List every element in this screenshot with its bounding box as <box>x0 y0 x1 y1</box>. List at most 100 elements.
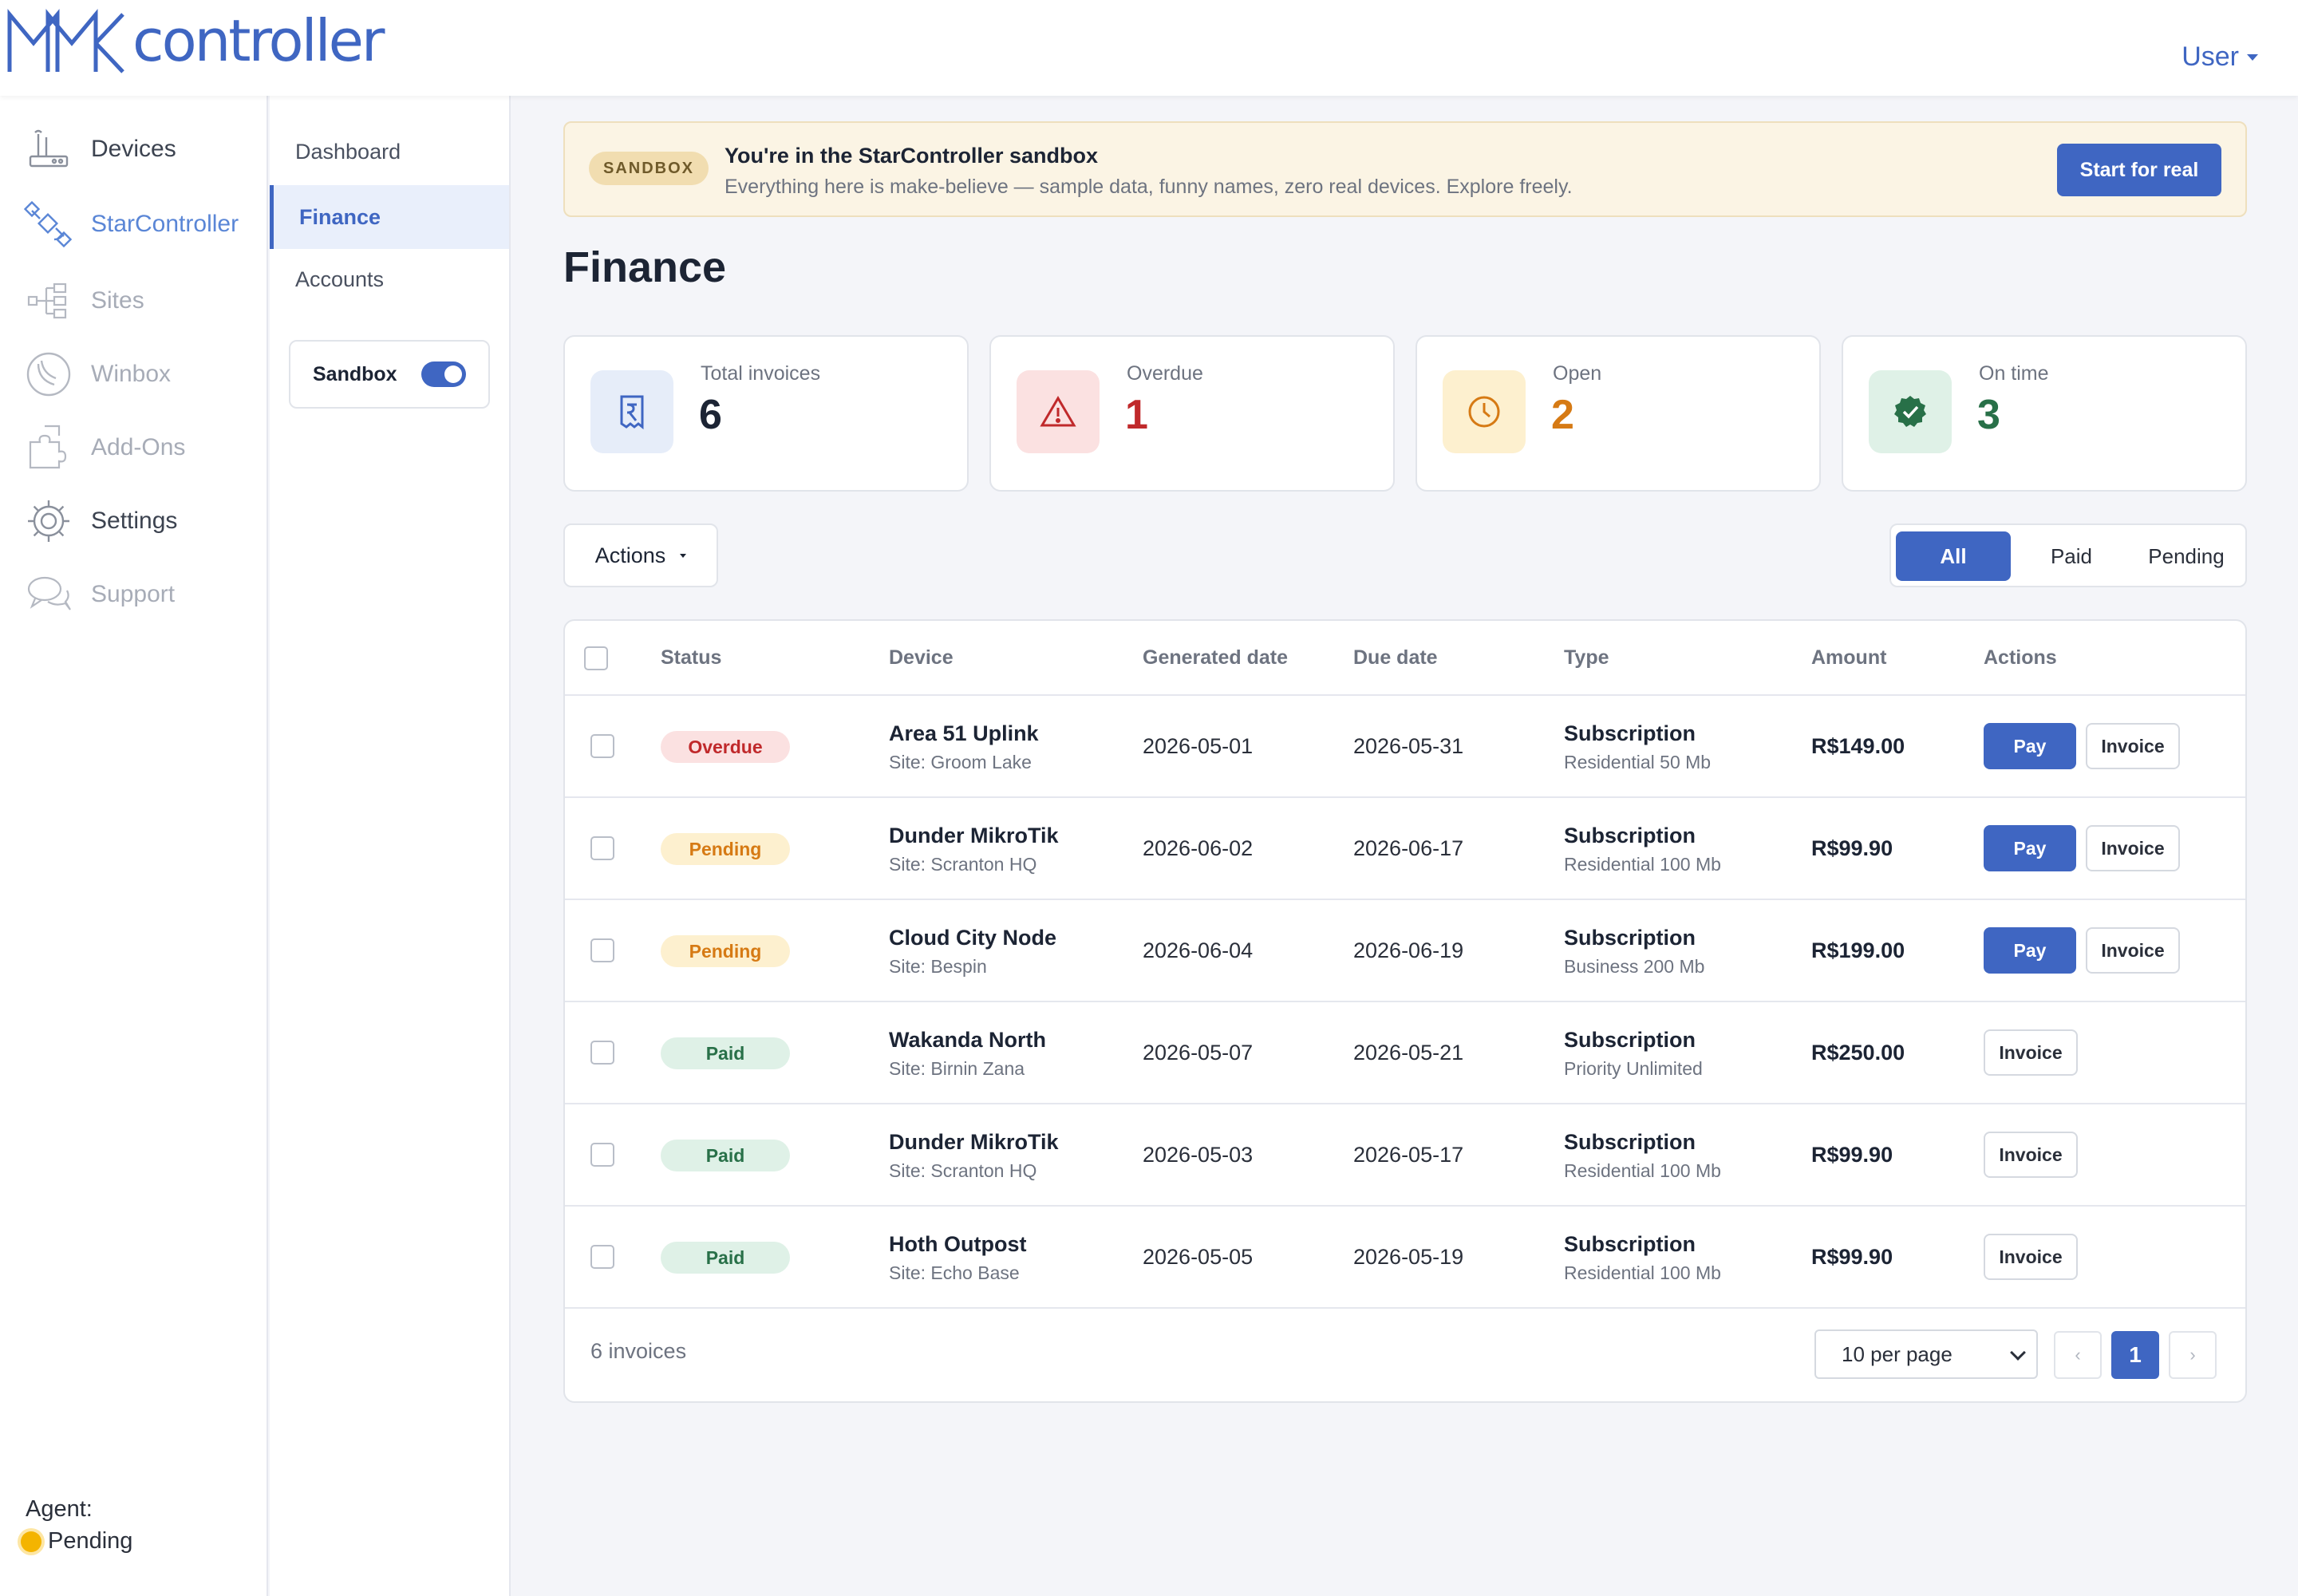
table-row: Paid Hoth Outpost Site: Echo Base 2026-05-0… <box>565 1207 2245 1309</box>
device-site: Site: Birnin Zana <box>889 1058 1025 1079</box>
actions-dropdown[interactable]: Actions <box>563 523 718 587</box>
row-checkbox[interactable] <box>590 836 614 860</box>
invoice-button[interactable]: Invoice <box>1984 1029 2078 1076</box>
pay-button[interactable]: Pay <box>1984 723 2076 769</box>
row-checkbox[interactable] <box>590 1041 614 1065</box>
page-title: Finance <box>563 243 727 291</box>
sandbox-toggle[interactable] <box>421 361 466 387</box>
start-for-real-button[interactable]: Start for real <box>2057 144 2221 196</box>
stat-icon-bg <box>1443 370 1526 453</box>
stat-value: 3 <box>1977 392 2000 438</box>
prev-page-button[interactable]: ‹ <box>2054 1331 2102 1379</box>
invoice-button[interactable]: Invoice <box>2086 825 2180 871</box>
filter-pending[interactable]: Pending <box>2127 531 2245 581</box>
device-site: Site: Bespin <box>889 956 987 977</box>
sidebar-item-label: Settings <box>91 508 178 534</box>
sidebar-item-settings[interactable]: Settings <box>24 493 263 549</box>
clock-icon <box>1468 396 1500 428</box>
row-checkbox[interactable] <box>590 1143 614 1167</box>
due-date: 2026-05-21 <box>1353 1041 1464 1065</box>
invoice-plan: Business 200 Mb <box>1564 956 1705 977</box>
invoice-amount: R$250.00 <box>1811 1041 1905 1065</box>
stat-value: 1 <box>1125 392 1148 438</box>
status-badge: Pending <box>661 833 790 865</box>
row-checkbox[interactable] <box>590 1245 614 1269</box>
column-header[interactable]: Type <box>1564 646 1609 670</box>
due-date: 2026-05-31 <box>1353 734 1464 758</box>
stat-value: 2 <box>1551 392 1574 438</box>
chat-icon <box>27 576 71 610</box>
invoice-amount: R$149.00 <box>1811 734 1905 758</box>
device-name[interactable]: Dunder MikroTik <box>889 824 1059 848</box>
user-menu[interactable]: User <box>2182 41 2258 73</box>
gear-icon <box>28 500 69 542</box>
logo[interactable]: controller <box>6 5 385 77</box>
sidebar-item-winbox[interactable]: Winbox <box>24 346 263 402</box>
column-header[interactable]: Generated date <box>1143 646 1288 670</box>
user-menu-label: User <box>2182 41 2239 72</box>
subnav-item-dashboard[interactable]: Dashboard <box>270 120 509 184</box>
per-page-value: 10 per page <box>1842 1341 1953 1366</box>
invoice-button[interactable]: Invoice <box>2086 927 2180 974</box>
page-button-current[interactable]: 1 <box>2111 1331 2159 1379</box>
filter-paid[interactable]: Paid <box>2016 531 2127 581</box>
stat-icon-bg <box>1017 370 1100 453</box>
column-header[interactable]: Status <box>661 646 721 670</box>
subnav-item-finance[interactable]: Finance <box>270 185 509 249</box>
pay-button[interactable]: Pay <box>1984 825 2076 871</box>
generated-date: 2026-05-05 <box>1143 1245 1254 1269</box>
column-header[interactable]: Device <box>889 646 954 670</box>
invoice-button[interactable]: Invoice <box>1984 1234 2078 1280</box>
column-header[interactable]: Amount <box>1811 646 1886 670</box>
invoice-type: Subscription <box>1564 721 1696 745</box>
status-badge: Paid <box>661 1037 790 1069</box>
invoice-amount: R$199.00 <box>1811 938 1905 962</box>
invoice-plan: Priority Unlimited <box>1564 1058 1703 1079</box>
next-page-button[interactable]: › <box>2169 1331 2217 1379</box>
banner-title: You're in the StarController sandbox <box>725 144 1098 168</box>
device-name[interactable]: Cloud City Node <box>889 926 1056 950</box>
invoice-button[interactable]: Invoice <box>2086 723 2180 769</box>
device-name[interactable]: Hoth Outpost <box>889 1232 1026 1257</box>
sidebar-item-label: StarController <box>91 211 239 237</box>
device-name[interactable]: Wakanda North <box>889 1028 1046 1053</box>
device-name[interactable]: Area 51 Uplink <box>889 721 1039 746</box>
stat-label: Total invoices <box>701 362 821 385</box>
device-name[interactable]: Dunder MikroTik <box>889 1130 1059 1155</box>
filter-all[interactable]: All <box>1896 531 2011 581</box>
column-header[interactable]: Due date <box>1353 646 1438 670</box>
sidebar-item-sites[interactable]: Sites <box>24 273 263 329</box>
subnav-item-accounts[interactable]: Accounts <box>270 247 509 311</box>
caret-down-icon <box>680 553 687 558</box>
sandbox-label: Sandbox <box>313 362 397 385</box>
generated-date: 2026-05-01 <box>1143 734 1254 758</box>
generated-date: 2026-06-04 <box>1143 938 1254 962</box>
table-row: Pending Dunder MikroTik Site: Scranton HQ 2… <box>565 798 2245 900</box>
row-checkbox[interactable] <box>590 938 614 962</box>
check-circle-icon <box>1894 396 1926 427</box>
sidebar-item-label: Winbox <box>91 361 172 387</box>
sandbox-banner: SANDBOX You're in the StarController san… <box>563 121 2247 217</box>
row-checkbox[interactable] <box>590 734 614 758</box>
logo-text: controller <box>132 7 385 74</box>
select-all-checkbox[interactable] <box>584 646 608 670</box>
pay-button[interactable]: Pay <box>1984 927 2076 974</box>
per-page-select[interactable]: 10 per page <box>1814 1329 2038 1379</box>
agent-status-text: Pending <box>48 1528 133 1554</box>
table-row: Overdue Area 51 Uplink Site: Groom Lake 202… <box>565 696 2245 798</box>
sidebar-item-devices[interactable]: Devices <box>24 121 263 177</box>
due-date: 2026-05-19 <box>1353 1245 1464 1269</box>
invoice-button[interactable]: Invoice <box>1984 1132 2078 1178</box>
sidebar-item-add-ons[interactable]: Add-Ons <box>24 420 263 476</box>
sidebar-item-support[interactable]: Support <box>24 567 263 622</box>
receipt-icon <box>620 395 644 430</box>
invoice-count: 6 invoices <box>590 1339 687 1363</box>
winbox-icon <box>26 352 71 397</box>
sidebar-item-label: Devices <box>91 136 176 162</box>
invoice-amount: R$99.90 <box>1811 1245 1893 1269</box>
sidebar-item-starcontroller[interactable]: StarController <box>24 196 263 252</box>
sandbox-badge: SANDBOX <box>589 152 709 185</box>
status-badge: Paid <box>661 1140 790 1171</box>
device-site: Site: Echo Base <box>889 1262 1020 1283</box>
stat-card-overdue: Overdue 1 <box>989 335 1395 492</box>
